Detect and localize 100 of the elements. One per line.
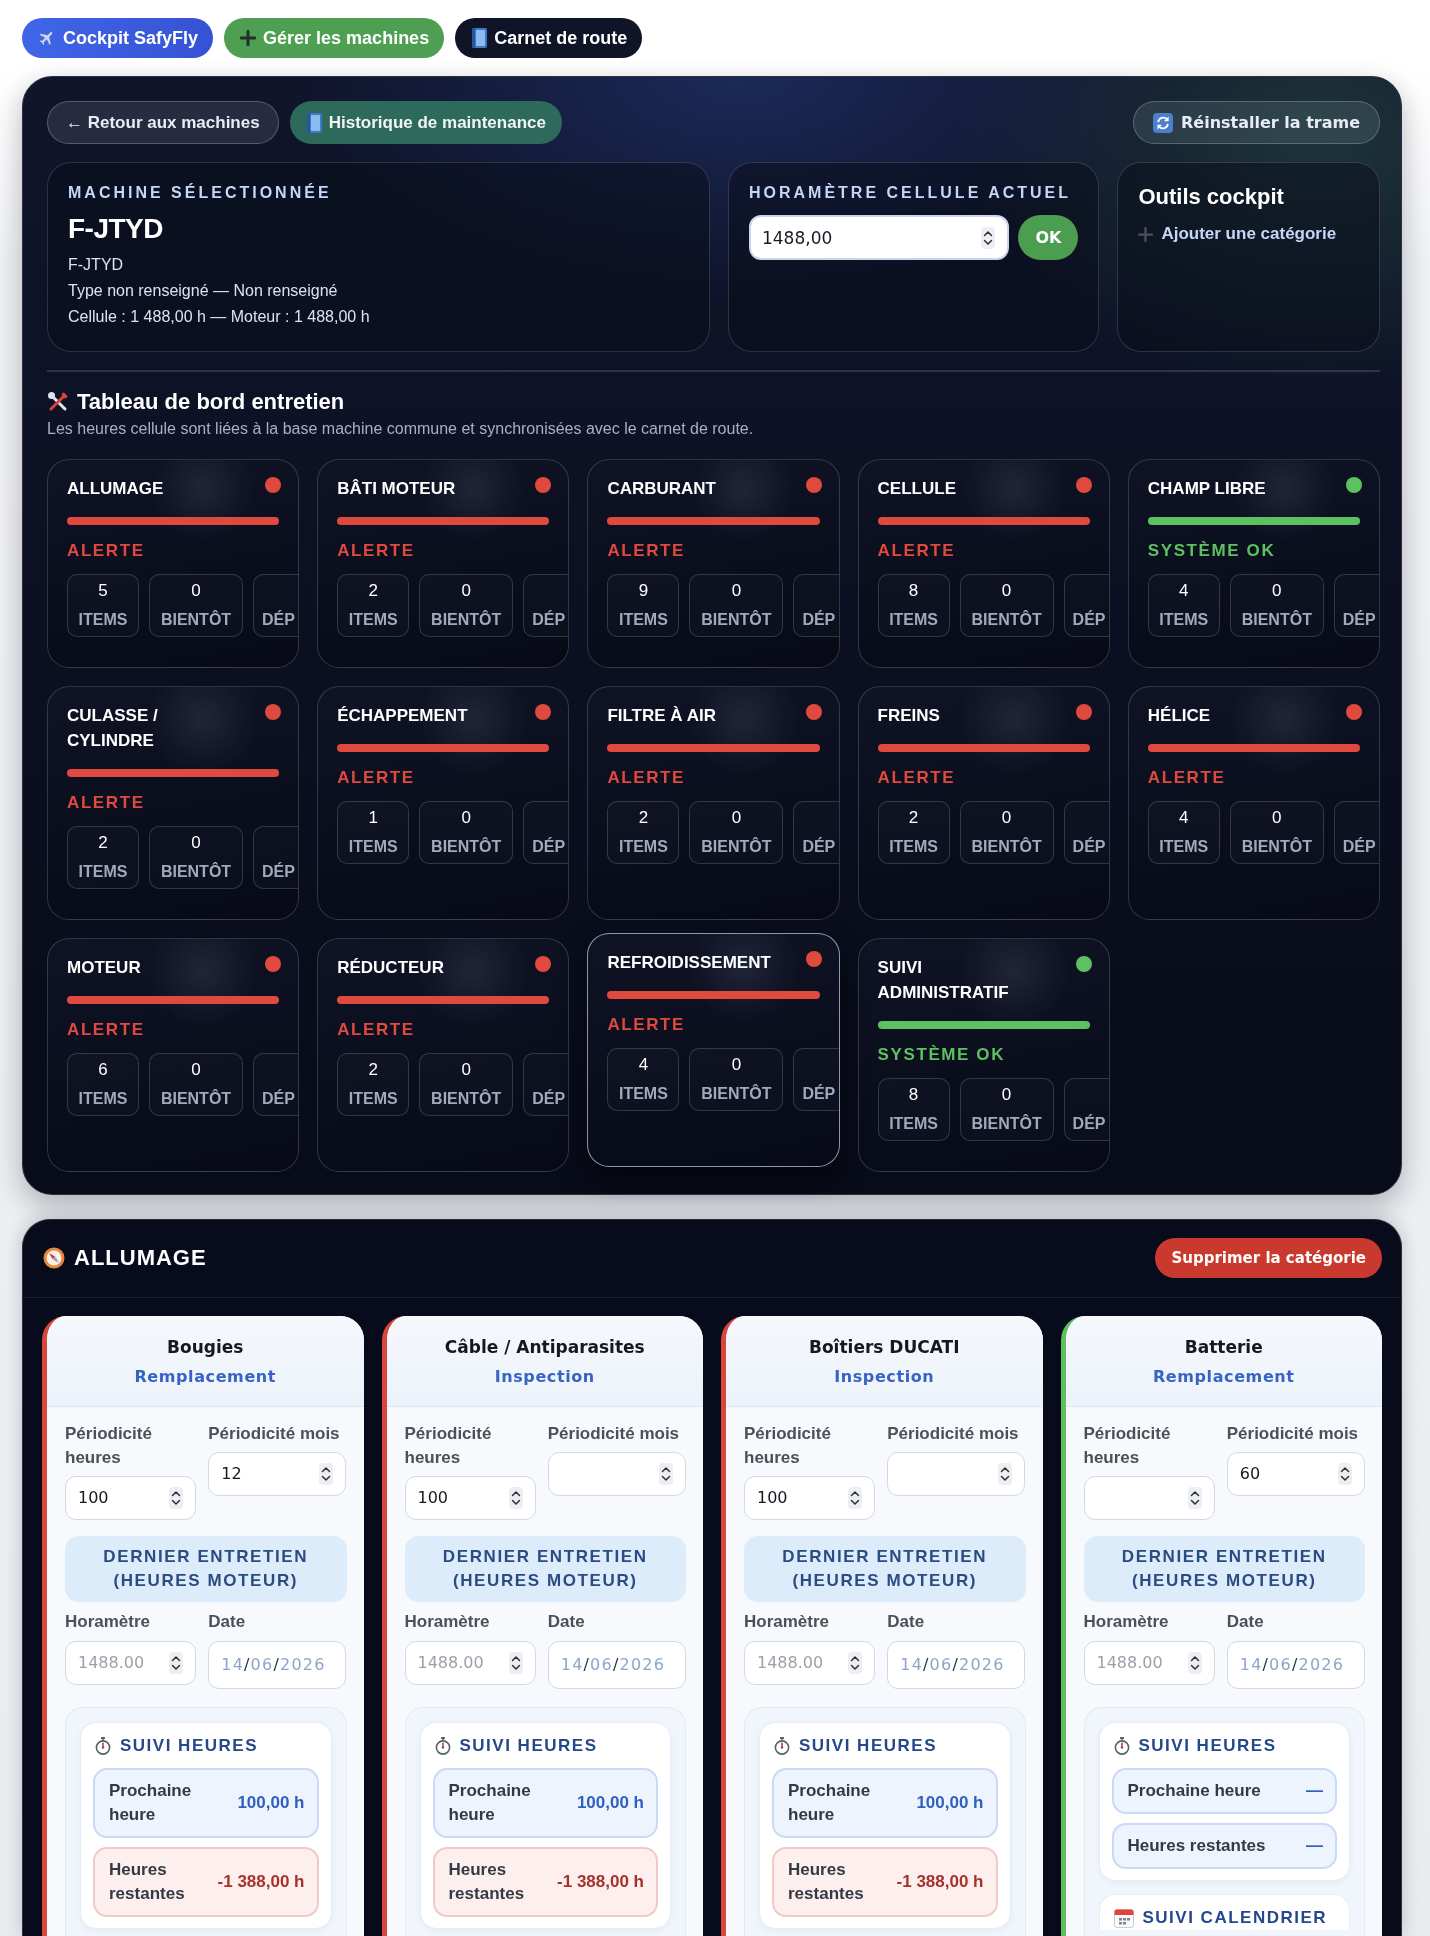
stat-label: BIENTÔT	[971, 609, 1042, 630]
category-card[interactable]: FREINS ALERTE 2 ITEMS 0 BIENTÔT DÉP	[857, 685, 1110, 920]
stat-value: 4	[1179, 807, 1189, 828]
category-title: FREINS	[877, 704, 940, 727]
category-card[interactable]: CHAMP LIBRE SYSTÈME OK 4 ITEMS 0 BIENTÔT DÉP	[1127, 458, 1380, 668]
stat-label: ITEMS	[78, 609, 128, 630]
category-title: CELLULE	[877, 477, 956, 500]
number-input[interactable]: 100	[744, 1475, 876, 1520]
stat-value: 4	[638, 1054, 649, 1075]
category-title: MOTEUR	[67, 956, 141, 979]
number-input[interactable]: 60	[1226, 1451, 1365, 1496]
stat-value: 2	[98, 832, 108, 853]
stat-label: BIENTÔT	[160, 609, 232, 630]
stat-value: 0	[731, 580, 742, 601]
stat-label: BIENTÔT	[701, 609, 772, 630]
category-title: SUIVI ADMINISTRATIF	[877, 956, 1010, 1004]
stat-label: BIENTÔT	[701, 1083, 772, 1104]
stat-label: ITEMS	[348, 836, 398, 857]
date-input[interactable]: 14/06/2026	[208, 1640, 347, 1689]
category-card[interactable]: ÉCHAPPEMENT ALERTE 1 ITEMS 0 BIENTÔT DÉP	[317, 685, 570, 920]
hour-meter-input[interactable]: 1488,00	[748, 215, 1010, 260]
category-card[interactable]: MOTEUR ALERTE 6 ITEMS 0 BIENTÔT DÉP	[47, 937, 300, 1172]
stat-value: 0	[191, 1059, 201, 1080]
stat-value: 0	[191, 832, 201, 853]
status-label: ALERTE	[1147, 767, 1227, 788]
compass-icon	[43, 1247, 65, 1269]
category-card[interactable]: BÂTI MOTEUR ALERTE 2 ITEMS 0 BIENTÔT DÉP	[317, 458, 570, 668]
field-label: Date	[547, 1610, 586, 1633]
number-input[interactable]: 12	[208, 1451, 347, 1496]
category-card[interactable]: RÉDUCTEUR ALERTE 2 ITEMS 0 BIENTÔT DÉP	[317, 937, 570, 1172]
category-title: CARBURANT	[607, 477, 716, 500]
stopwatch-icon	[1113, 1736, 1130, 1755]
stat-label: ITEMS	[618, 836, 668, 857]
dashboard-subtitle: Les heures cellule sont liées à la base machine commune et synchronisées avec le carnet de route.	[47, 418, 755, 439]
stepper-icon	[169, 1486, 184, 1509]
category-card[interactable]: FILTRE À AIR ALERTE 2 ITEMS 0 BIENTÔT DÉP	[587, 685, 840, 920]
tracking-label: Heures restantes	[788, 1858, 865, 1905]
field-label: Périodicité mois	[1226, 1422, 1360, 1445]
book-icon	[305, 112, 322, 133]
stepper-icon	[1187, 1651, 1202, 1674]
tracking-value: 100,00 h	[916, 1791, 984, 1814]
item-action-label: Inspection	[833, 1365, 936, 1388]
stat-label: BIENTÔT	[160, 1088, 232, 1109]
number-input[interactable]	[1083, 1475, 1215, 1520]
category-card[interactable]: ALLUMAGE ALERTE 5 ITEMS 0 BIENTÔT DÉP	[47, 458, 300, 668]
stat-label: BIENTÔT	[1241, 836, 1312, 857]
date-input[interactable]: 14/06/2026	[547, 1640, 686, 1689]
stat-value: 9	[638, 580, 649, 601]
last-service-heading: DERNIER ENTRETIEN (HEURES MOTEUR)	[1083, 1535, 1365, 1602]
category-name-title: ALLUMAGE	[74, 1244, 207, 1272]
stat-label: ITEMS	[889, 1113, 939, 1134]
nav-button[interactable]: Cockpit SafyFly	[22, 18, 214, 58]
stepper-icon	[848, 1651, 863, 1674]
category-card[interactable]: REFROIDISSEMENT ALERTE 4 ITEMS 0 BIENTÔT DÉP	[587, 932, 840, 1167]
category-title: RÉDUCTEUR	[337, 956, 444, 979]
number-input[interactable]	[887, 1451, 1026, 1496]
status-dot-icon	[805, 476, 822, 493]
category-card[interactable]: HÉLICE ALERTE 4 ITEMS 0 BIENTÔT DÉP	[1127, 685, 1380, 920]
number-input[interactable]	[547, 1451, 686, 1496]
nav-button[interactable]: Carnet de route	[455, 18, 643, 58]
registration-title: F-JTYD	[68, 212, 164, 246]
status-label: ALERTE	[67, 792, 146, 813]
category-title: CHAMP LIBRE	[1147, 477, 1266, 500]
category-card[interactable]: SUIVI ADMINISTRATIF SYSTÈME OK 8 ITEMS 0 BIENTÔT DÉP	[857, 937, 1110, 1172]
stat-value: 2	[368, 580, 378, 601]
category-card[interactable]: CULASSE / CYLINDRE ALERTE 2 ITEMS 0 BIENTÔT DÉP	[47, 685, 300, 920]
stat-label: BIENTÔT	[1241, 609, 1312, 630]
stat-value: 0	[1001, 807, 1012, 828]
category-card[interactable]: CARBURANT ALERTE 9 ITEMS 0 BIENTÔT DÉP	[587, 458, 840, 668]
stat-value: 0	[1001, 580, 1012, 601]
stat-value: 0	[1272, 580, 1282, 601]
status-label: ALERTE	[607, 540, 686, 561]
tracking-value: -1 388,00 h	[217, 1870, 305, 1893]
field-label: Périodicité mois	[547, 1422, 681, 1445]
back-button[interactable]: ← Retour aux machines	[47, 101, 279, 144]
add-category-link[interactable]: Ajouter une catégorie	[1138, 222, 1337, 246]
category-card[interactable]: CELLULE ALERTE 8 ITEMS 0 BIENTÔT DÉP	[857, 458, 1110, 668]
stat-label: DÉP	[1072, 836, 1106, 857]
stat-label: DÉP	[1342, 836, 1376, 857]
number-input[interactable]: 100	[404, 1475, 536, 1520]
number-input[interactable]: 100	[65, 1475, 197, 1520]
delete-category-button[interactable]: Supprimer la catégorie	[1155, 1238, 1382, 1278]
tools-title: Outils cockpit	[1138, 183, 1285, 211]
maintenance-history-button[interactable]: Historique de maintenance	[289, 101, 562, 144]
stepper-icon	[508, 1651, 523, 1674]
reinstall-button[interactable]: Réinstaller la trame	[1133, 101, 1380, 144]
field-label: Date	[208, 1610, 247, 1633]
status-dot-icon	[535, 955, 552, 972]
stat-label: ITEMS	[78, 1088, 128, 1109]
tracking-value: —	[1306, 1779, 1323, 1802]
status-label: ALERTE	[877, 540, 957, 561]
date-input[interactable]: 14/06/2026	[1226, 1640, 1365, 1689]
date-input[interactable]: 14/06/2026	[887, 1640, 1026, 1689]
stat-value: 2	[908, 807, 919, 828]
stat-label: DÉP	[262, 1088, 295, 1109]
category-title: BÂTI MOTEUR	[337, 477, 456, 500]
field-label: Date	[1226, 1610, 1265, 1633]
tracking-label: Prochaine heure	[109, 1779, 193, 1826]
stat-value: 0	[731, 807, 742, 828]
tracking-value: -1 388,00 h	[896, 1870, 984, 1893]
